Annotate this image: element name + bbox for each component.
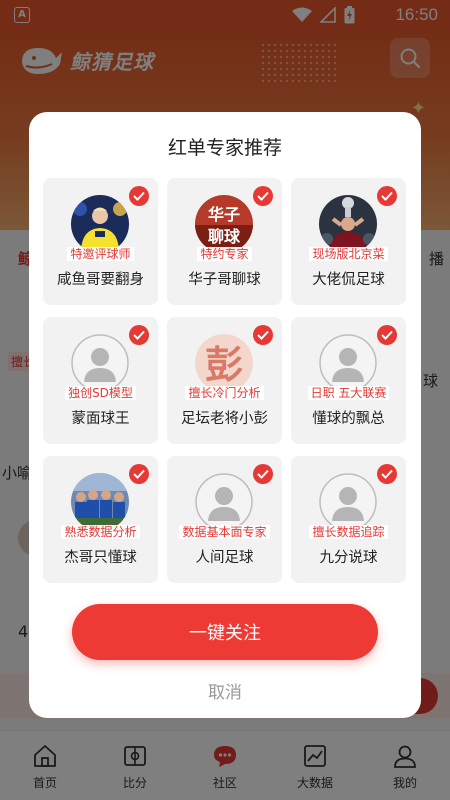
expert-card[interactable]: 数据基本面专家 人间足球 bbox=[167, 456, 282, 583]
expert-card[interactable]: 擅长数据追踪 九分说球 bbox=[291, 456, 406, 583]
expert-card[interactable]: 熟悉数据分析 杰哥只懂球 bbox=[43, 456, 158, 583]
svg-text:彭: 彭 bbox=[205, 342, 243, 387]
expert-tag: 数据基本面专家 bbox=[167, 523, 282, 540]
expert-recommend-dialog: 红单专家推荐 特邀评球师 咸鱼哥要翻身 华子 聊球 特约专家 华子哥聊球 现场版… bbox=[29, 112, 421, 718]
follow-all-button[interactable]: 一键关注 bbox=[72, 604, 378, 660]
selected-check-icon[interactable] bbox=[253, 186, 273, 206]
svg-text:聊球: 聊球 bbox=[208, 227, 241, 246]
expert-tag: 独创SD模型 bbox=[43, 384, 158, 401]
selected-check-icon[interactable] bbox=[129, 464, 149, 484]
selected-check-icon[interactable] bbox=[377, 464, 397, 484]
expert-name: 华子哥聊球 bbox=[188, 272, 261, 288]
expert-name: 咸鱼哥要翻身 bbox=[57, 272, 144, 288]
expert-tag: 现场版北京菜 bbox=[291, 245, 406, 262]
selected-check-icon[interactable] bbox=[377, 325, 397, 345]
expert-tag: 特约专家 bbox=[167, 245, 282, 262]
cancel-button[interactable]: 取消 bbox=[29, 678, 421, 703]
dialog-title: 红单专家推荐 bbox=[167, 137, 282, 159]
expert-name: 足坛老将小彭 bbox=[181, 411, 268, 427]
expert-tag: 特邀评球师 bbox=[43, 245, 158, 262]
expert-name: 九分说球 bbox=[319, 550, 378, 566]
expert-card[interactable]: 特邀评球师 咸鱼哥要翻身 bbox=[43, 178, 158, 305]
expert-card[interactable]: 独创SD模型 蒙面球王 bbox=[43, 317, 158, 444]
expert-tag: 擅长数据追踪 bbox=[291, 523, 406, 540]
expert-name: 蒙面球王 bbox=[71, 411, 130, 427]
selected-check-icon[interactable] bbox=[129, 186, 149, 206]
expert-card[interactable]: 华子 聊球 特约专家 华子哥聊球 bbox=[167, 178, 282, 305]
expert-card[interactable]: 日职 五大联赛 懂球的飘总 bbox=[291, 317, 406, 444]
svg-text:华子: 华子 bbox=[208, 205, 240, 224]
expert-name: 懂球的飘总 bbox=[312, 411, 385, 427]
selected-check-icon[interactable] bbox=[377, 186, 397, 206]
selected-check-icon[interactable] bbox=[253, 325, 273, 345]
expert-name: 大佬侃足球 bbox=[312, 272, 385, 288]
expert-tag: 日职 五大联赛 bbox=[291, 384, 406, 401]
expert-card[interactable]: 现场版北京菜 大佬侃足球 bbox=[291, 178, 406, 305]
selected-check-icon[interactable] bbox=[129, 325, 149, 345]
expert-card[interactable]: 彭 擅长冷门分析 足坛老将小彭 bbox=[167, 317, 282, 444]
expert-tag: 熟悉数据分析 bbox=[43, 523, 158, 540]
expert-name: 杰哥只懂球 bbox=[64, 550, 137, 566]
expert-name: 人间足球 bbox=[195, 550, 254, 566]
selected-check-icon[interactable] bbox=[253, 464, 273, 484]
expert-tag: 擅长冷门分析 bbox=[167, 384, 282, 401]
